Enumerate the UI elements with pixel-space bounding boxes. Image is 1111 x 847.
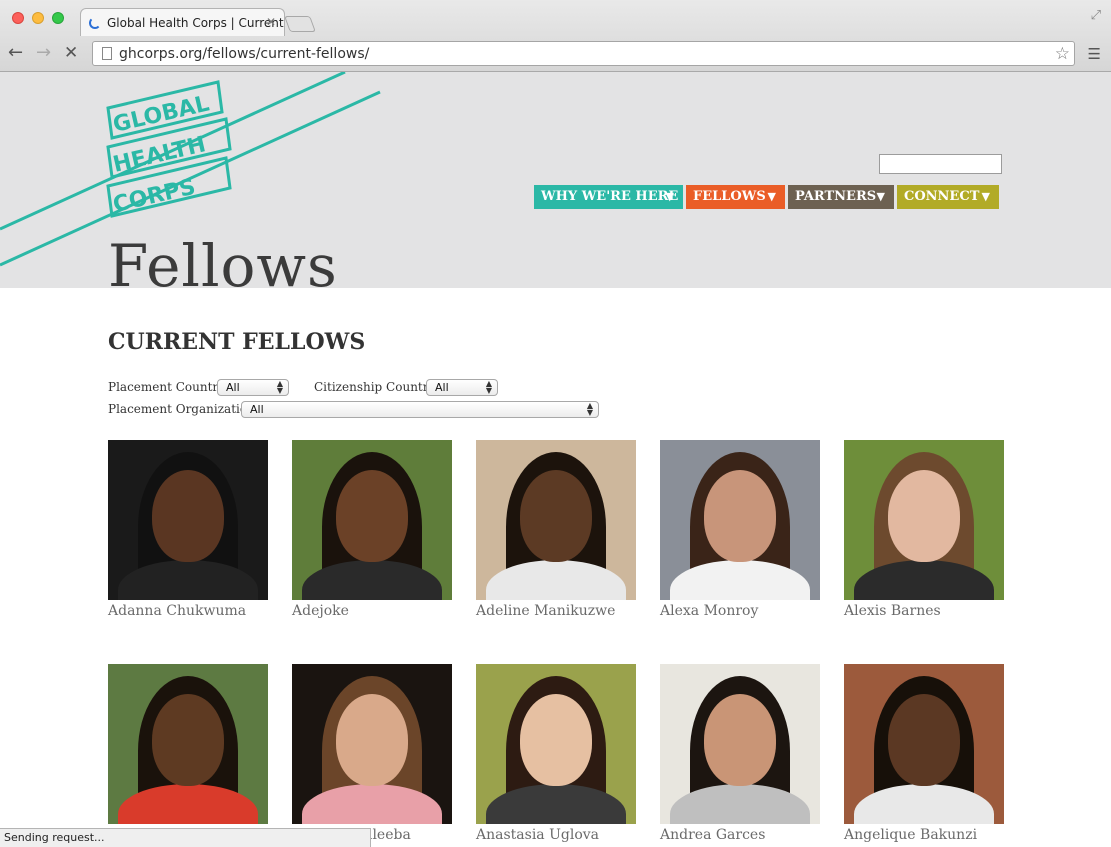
stop-loading-button[interactable]: ✕: [64, 43, 78, 63]
window-minimize-button[interactable]: [32, 12, 44, 24]
fellow-photo[interactable]: [108, 664, 268, 824]
fellow-card[interactable]: Adeline Manikuzwe: [476, 440, 636, 619]
fellow-photo[interactable]: [660, 664, 820, 824]
logo-text-global: GLOBAL: [111, 91, 212, 137]
page-title: Fellows: [108, 232, 338, 288]
dropdown-arrow-icon: ▼: [767, 190, 776, 203]
loading-spinner-icon: [89, 17, 101, 29]
fellow-photo[interactable]: [108, 440, 268, 600]
tab-title: Global Health Corps | Current: [107, 16, 284, 30]
placement-organization-select[interactable]: All ▲ ▼: [241, 401, 599, 418]
browser-menu-icon[interactable]: ☰: [1088, 45, 1101, 63]
select-value: All: [226, 381, 240, 394]
placement-country-label: Placement Country: [108, 380, 225, 394]
fellow-card[interactable]: Angelique Bakunzi: [844, 664, 1004, 843]
photo-face-shape: [704, 694, 776, 786]
fullscreen-icon[interactable]: ⤢: [1091, 8, 1101, 23]
fellow-name[interactable]: Adejoke: [292, 603, 452, 619]
nav-label: FELLOWS: [693, 189, 766, 204]
browser-tab[interactable]: Global Health Corps | Current ✕: [80, 8, 285, 36]
forward-button[interactable]: →: [36, 42, 51, 63]
fellow-card[interactable]: Adanna Chukwuma: [108, 440, 268, 619]
placement-country-select[interactable]: All ▲ ▼: [217, 379, 289, 396]
status-bar: Sending request...: [0, 828, 371, 847]
page-icon: [102, 47, 112, 60]
citizenship-country-label: Citizenship Country: [314, 380, 436, 394]
photo-face-shape: [888, 694, 960, 786]
photo-face-shape: [888, 470, 960, 562]
fellow-name[interactable]: Andrea Garces: [660, 827, 820, 843]
dropdown-arrow-icon: ▼: [876, 190, 885, 203]
fellow-photo[interactable]: [476, 440, 636, 600]
section-title: CURRENT FELLOWS: [108, 329, 366, 355]
nav-label: PARTNERS: [795, 189, 877, 204]
photo-face-shape: [152, 694, 224, 786]
photo-face-shape: [152, 470, 224, 562]
back-button[interactable]: ←: [8, 42, 23, 63]
window-close-button[interactable]: [12, 12, 24, 24]
select-arrows-icon: ▲ ▼: [276, 379, 283, 395]
fellow-name[interactable]: Angelique Bakunzi: [844, 827, 1004, 843]
fellow-photo[interactable]: [476, 664, 636, 824]
select-value: All: [435, 381, 449, 394]
fellow-name[interactable]: Alexa Monroy: [660, 603, 820, 619]
photo-face-shape: [336, 694, 408, 786]
nav-label: CONNECT: [904, 189, 980, 204]
fellow-card[interactable]: Andrea Garces: [660, 664, 820, 843]
window-maximize-button[interactable]: [52, 12, 64, 24]
fellow-name[interactable]: Alexis Barnes: [844, 603, 1004, 619]
tab-close-icon[interactable]: ✕: [266, 15, 276, 29]
select-value: All: [250, 403, 264, 416]
select-arrows-icon: ▲ ▼: [485, 379, 492, 395]
site-search-input[interactable]: [879, 154, 1002, 174]
fellow-photo[interactable]: [660, 440, 820, 600]
citizenship-country-select[interactable]: All ▲ ▼: [426, 379, 498, 396]
fellow-photo[interactable]: [844, 440, 1004, 600]
site-header: GLOBAL HEALTH CORPS WHY WE'RE HERE ▼ FEL…: [0, 72, 1111, 288]
new-tab-button[interactable]: [284, 16, 316, 32]
browser-chrome: Global Health Corps | Current ✕ ⤢ ← → ✕ …: [0, 0, 1111, 72]
fellow-photo[interactable]: [292, 440, 452, 600]
fellow-card[interactable]: Aline Mukamunana: [108, 664, 268, 843]
dropdown-arrow-icon: ▼: [665, 190, 674, 203]
fellow-card[interactable]: Alexis Barnes: [844, 440, 1004, 619]
nav-why-were-here[interactable]: WHY WE'RE HERE ▼: [534, 185, 683, 209]
photo-face-shape: [520, 694, 592, 786]
fellow-name[interactable]: Adanna Chukwuma: [108, 603, 268, 619]
url-text: ghcorps.org/fellows/current-fellows/: [119, 46, 370, 62]
logo-text-health: HEALTH: [111, 132, 208, 178]
fellow-card[interactable]: Alexa Monroy: [660, 440, 820, 619]
photo-face-shape: [704, 470, 776, 562]
fellow-card[interactable]: Adejoke: [292, 440, 452, 619]
fellow-photo[interactable]: [844, 664, 1004, 824]
select-arrows-icon: ▲ ▼: [586, 401, 593, 417]
photo-face-shape: [336, 470, 408, 562]
address-bar[interactable]: ghcorps.org/fellows/current-fellows/ ☆: [92, 41, 1075, 66]
bookmark-star-icon[interactable]: ☆: [1055, 44, 1070, 64]
dropdown-arrow-icon: ▼: [981, 190, 990, 203]
nav-partners[interactable]: PARTNERS ▼: [788, 185, 894, 209]
nav-connect[interactable]: CONNECT ▼: [897, 185, 999, 209]
photo-face-shape: [520, 470, 592, 562]
fellow-name[interactable]: Anastasia Uglova: [476, 827, 636, 843]
fellow-name[interactable]: Adeline Manikuzwe: [476, 603, 636, 619]
nav-fellows[interactable]: FELLOWS ▼: [686, 185, 785, 209]
nav-label: WHY WE'RE HERE: [541, 189, 679, 204]
fellow-card[interactable]: Amanda Saleeba: [292, 664, 452, 843]
fellow-photo[interactable]: [292, 664, 452, 824]
placement-organization-label: Placement Organization: [108, 402, 255, 416]
fellow-card[interactable]: Anastasia Uglova: [476, 664, 636, 843]
